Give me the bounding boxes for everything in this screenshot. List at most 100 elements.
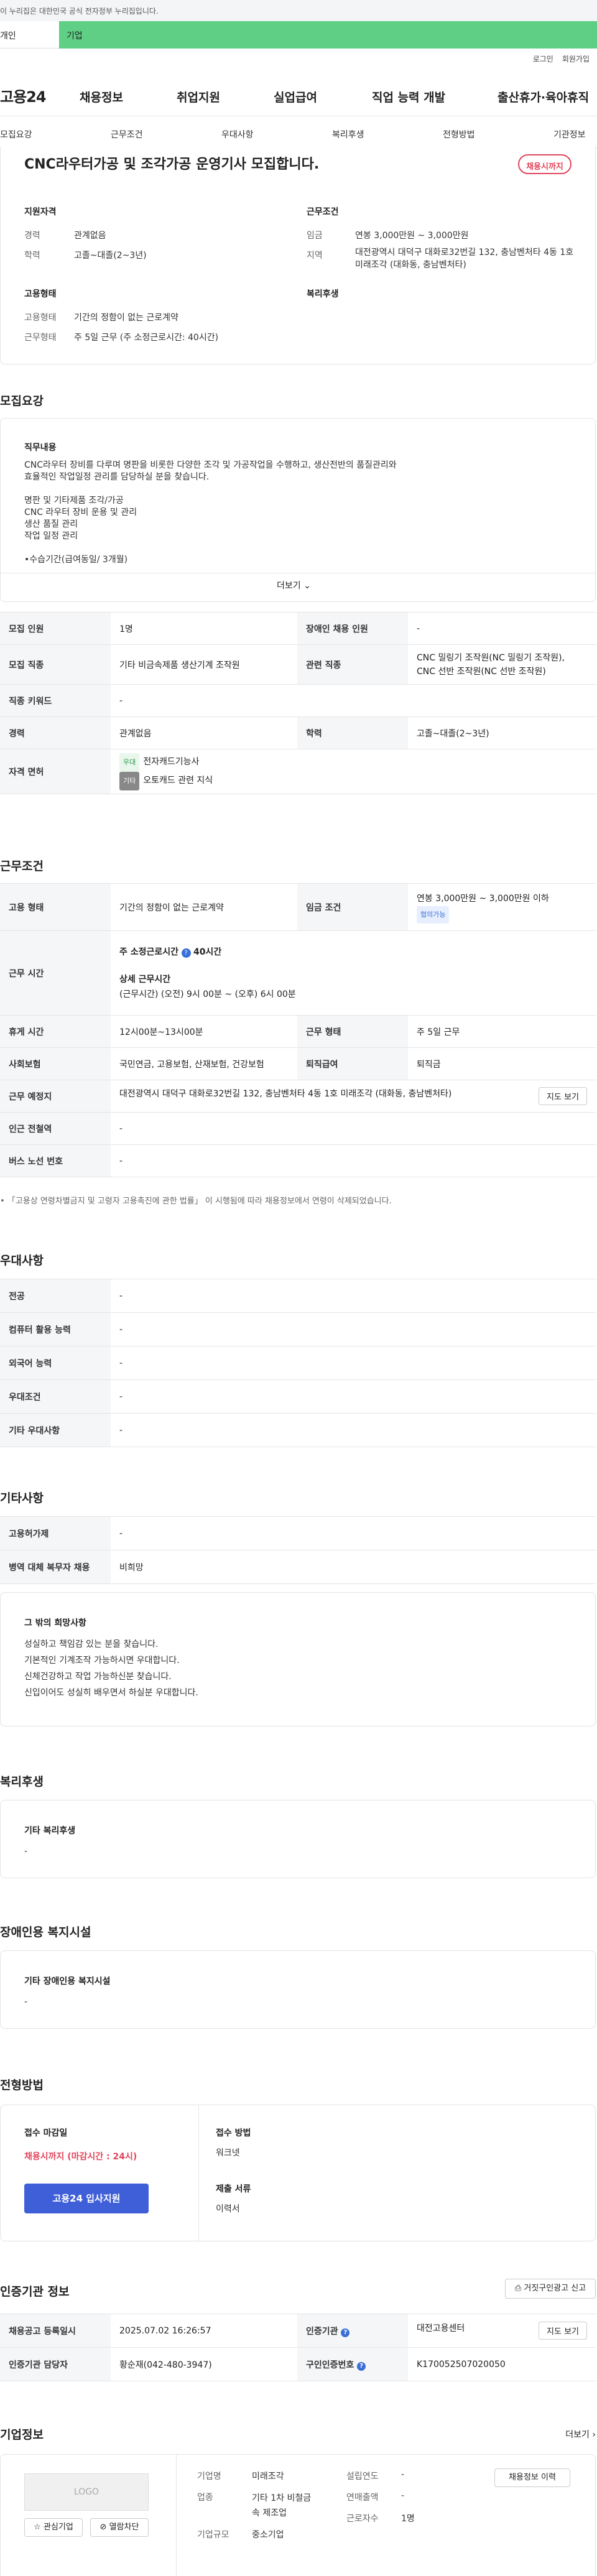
note-text: 「고용상 연령차별금지 및 고령자 고용촉진에 관한 법률」 이 시행됨에 따라… <box>7 1197 392 1206</box>
org-value: 대전고용센터 <box>417 2323 465 2333</box>
block-icon: ⊘ <box>100 2523 107 2532</box>
benefit-value: - <box>24 1846 28 1856</box>
gnb-jobs[interactable]: 채용정보 <box>80 88 123 105</box>
company-more-link[interactable]: 더보기 › <box>565 2428 596 2440</box>
user-type-tabs: 개인 기업 <box>0 21 597 49</box>
util-links: 로그인 회원가입 <box>533 53 590 64</box>
disab-heading: 장애인용 복지시설 <box>0 1925 91 1939</box>
more-button[interactable]: 더보기 ⌄ <box>277 579 311 591</box>
detail-title: 상세 근무시간 <box>119 974 171 985</box>
num-label: 구인인증번호 <box>306 2360 354 2370</box>
tab-person[interactable]: 개인 <box>0 21 59 49</box>
method-value: 워크넷 <box>216 2148 240 2158</box>
gnb-parental-leave[interactable]: 출산휴가·육아휴직 <box>497 88 589 105</box>
cell-value: - <box>111 1413 596 1447</box>
apply-button[interactable]: 고용24 입사지원 <box>24 2184 149 2213</box>
cell-value: - <box>111 1279 596 1313</box>
wish-line: 신입이어도 성실히 배우면서 하실분 우대합니다. <box>24 1688 198 1698</box>
duty-line: CNC라우터 장비를 다루며 명판을 비롯한 다양한 조각 및 가공작업을 수행… <box>24 460 397 470</box>
cell-value: 대전고용센터 지도 보기 <box>408 2314 596 2348</box>
cell-label: 우대조건 <box>0 1379 111 1414</box>
anchor-recruit[interactable]: 모집요강 <box>0 128 32 141</box>
table-row: 우대조건 - <box>0 1379 596 1414</box>
wage-value: 연봉 3,000만원 ~ 3,000만원 <box>355 231 469 241</box>
negotiable-badge: 협의가능 <box>417 906 450 924</box>
work-shape-value: 주 5일 근무 (주 소정근로시간: 40시간) <box>74 333 219 343</box>
method-heading: 접수 방법 <box>216 2128 251 2138</box>
info-icon[interactable]: ? <box>357 2361 366 2371</box>
cell-label: 학력 <box>297 716 408 749</box>
cell-value: - <box>111 1312 596 1346</box>
qual-heading: 지원자격 <box>24 207 57 217</box>
work-table: 고용 형태 기간의 정함이 없는 근로계약 임금 조건 연봉 3,000만원 ~ 3,… <box>0 883 596 1177</box>
company-divider <box>176 2455 177 2576</box>
chevron-right-icon: › <box>592 2430 596 2440</box>
age-law-note: • 「고용상 연령차별금지 및 고령자 고용촉진에 관한 법률」 이 시행됨에 … <box>0 1197 392 1206</box>
tab-company[interactable]: 기업 <box>59 21 597 49</box>
map-button[interactable]: 지도 보기 <box>539 2322 587 2340</box>
login-link[interactable]: 로그인 <box>533 53 553 64</box>
table-row: 모집 인원 1명 장애인 채용 인원 - <box>0 612 596 645</box>
info-icon[interactable]: ? <box>181 948 191 958</box>
cell-value: - <box>408 612 596 645</box>
cell-value: - <box>111 1379 596 1414</box>
cell-value: - <box>111 1112 596 1145</box>
cell-value: - <box>111 1144 596 1177</box>
region-label: 지역 <box>307 251 323 261</box>
block-company-button[interactable]: ⊘ 열람차단 <box>90 2518 149 2537</box>
info-icon[interactable]: ? <box>341 2328 350 2337</box>
anchor-selection[interactable]: 전형방법 <box>443 128 475 141</box>
table-row: 고용 형태 기간의 정함이 없는 근로계약 임금 조건 연봉 3,000만원 ~ 3,… <box>0 883 596 931</box>
job-title: CNC라우터가공 및 조각가공 운영기사 모집합니다. <box>24 157 320 172</box>
docs-heading: 제출 서류 <box>216 2184 251 2194</box>
cell-label: 채용공고 등록일시 <box>0 2314 111 2348</box>
gov-banner-text: 이 누리집은 대한민국 공식 전자정부 누리집입니다. <box>0 7 159 16</box>
map-button[interactable]: 지도 보기 <box>539 1087 587 1105</box>
sales-label: 연매출액 <box>346 2493 379 2503</box>
gnb-unemployment-benefit[interactable]: 실업급여 <box>274 88 317 105</box>
table-row: 직종 키워드 - <box>0 684 596 717</box>
etc-table: 고용허가제 - 병역 대체 복무자 채용 비희망 <box>0 1516 596 1584</box>
report-button[interactable]: ⎙ 거짓구인광고 신고 <box>505 2279 596 2299</box>
cell-label: 컴퓨터 활용 능력 <box>0 1312 111 1346</box>
site-logo[interactable]: 고용24 <box>0 85 47 106</box>
employees-value: 1명 <box>401 2514 415 2524</box>
gnb-job-training[interactable]: 직업 능력 개발 <box>372 88 445 105</box>
duty-line: 작업 일정 관리 <box>24 531 78 541</box>
job-history-button[interactable]: 채용정보 이력 <box>494 2468 570 2487</box>
anchor-welfare[interactable]: 복리후생 <box>332 128 364 141</box>
cell-value: 고졸~대졸(2~3년) <box>408 716 596 749</box>
cell-value: 대전광역시 대덕구 대화로32번길 132, 충남벤처타 4동 1호 미래조각 … <box>111 1080 596 1113</box>
region-value: 대전광역시 대덕구 대화로32번길 132, 충남벤처타 4동 1호 미래조각 … <box>355 248 574 270</box>
signup-link[interactable]: 회원가입 <box>562 53 590 64</box>
cell-value: 주 5일 근무 <box>408 1015 596 1048</box>
section-anchor-nav: 모집요강 근무조건 우대사항 복리후생 전형방법 기관정보 <box>0 123 597 148</box>
anchor-preference[interactable]: 우대사항 <box>221 128 254 141</box>
cell-label: 근무 예정지 <box>0 1080 111 1113</box>
duty-heading: 직무내용 <box>24 443 57 453</box>
detail-value: (근무시간) (오전) 9시 00분 ~ (오후) 6시 00분 <box>119 989 296 999</box>
company-logo: LOGO <box>24 2473 149 2511</box>
fav-company-button[interactable]: ☆ 관심기업 <box>24 2518 83 2537</box>
anchor-conditions[interactable]: 근무조건 <box>111 128 143 141</box>
size-value: 중소기업 <box>252 2530 284 2540</box>
cell-label: 사회보험 <box>0 1047 111 1080</box>
select-heading: 전형방법 <box>0 2078 44 2092</box>
company-card: LOGO ☆ 관심기업 ⊘ 열람차단 기업명 미래조각 업종 기타 1차 비철금… <box>0 2454 596 2576</box>
career-value: 관계없음 <box>74 231 106 241</box>
cell-label: 인증기관 담당자 <box>0 2347 111 2381</box>
duty-line: 생산 품질 관리 <box>24 519 78 529</box>
table-row: 인근 전철역 - <box>0 1112 596 1145</box>
deadline-heading: 접수 마감일 <box>24 2128 68 2138</box>
duty-card: 직무내용 CNC라우터 장비를 다루며 명판을 비롯한 다양한 조각 및 가공작… <box>0 418 596 602</box>
agency-table: 채용공고 등록일시 2025.07.02 16:26:57 인증기관 ? 대전고용센터… <box>0 2314 596 2381</box>
gnb-employment-support[interactable]: 취업지원 <box>177 88 220 105</box>
table-row: 인증기관 담당자 황순재(042-480-3947) 구인인증번호 ? K170052… <box>0 2347 596 2381</box>
cell-label: 직종 키워드 <box>0 684 111 717</box>
gov-banner: 이 누리집은 대한민국 공식 전자정부 누리집입니다. <box>0 0 597 21</box>
emp-type-value: 기간의 정함이 없는 근로계약 <box>74 313 178 323</box>
table-row: 전공 - <box>0 1279 596 1313</box>
job-summary-card: CNC라우터가공 및 조각가공 운영기사 모집합니다. 채용시까지 지원자격 경… <box>0 147 596 364</box>
cell-value: 비희망 <box>111 1550 596 1584</box>
anchor-agency[interactable]: 기관정보 <box>553 128 586 141</box>
